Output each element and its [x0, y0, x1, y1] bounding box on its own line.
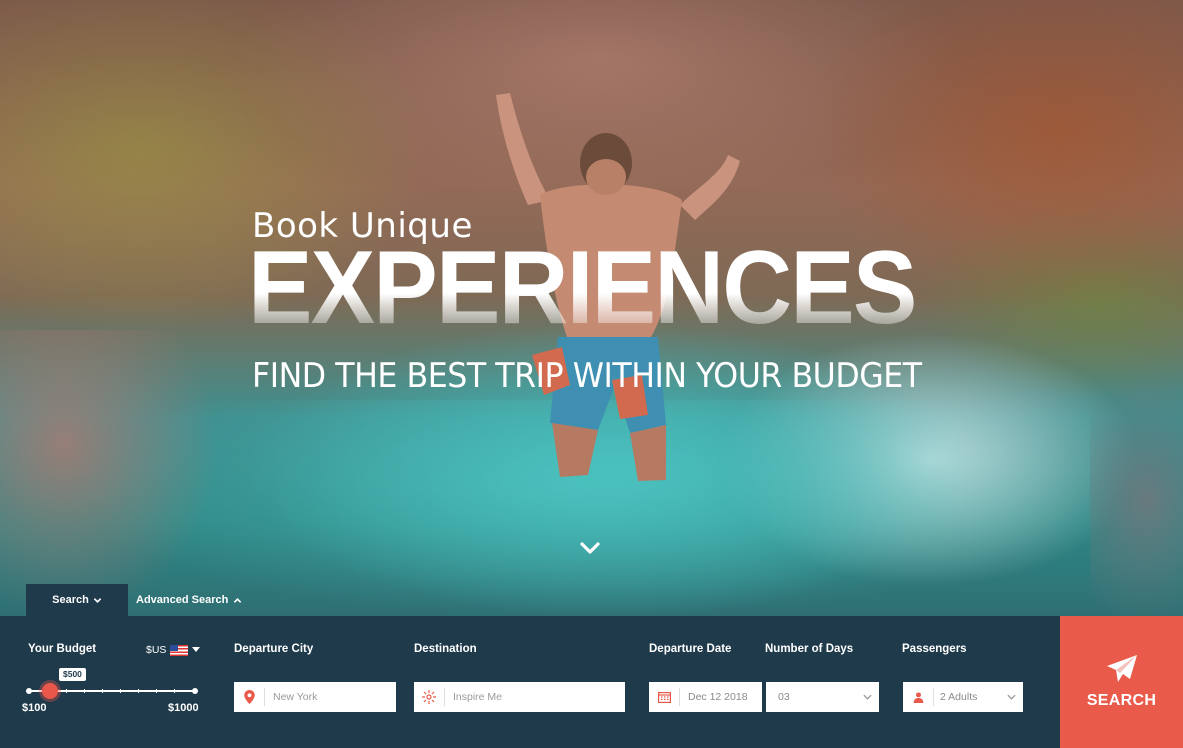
departure-date-field[interactable]: Dec 12 2018 [649, 682, 762, 712]
hero-headline: EXPERIENCES [248, 230, 917, 346]
person-icon [903, 691, 933, 703]
chevron-up-icon [234, 597, 242, 603]
budget-slider[interactable] [26, 683, 198, 699]
caret-down-icon [192, 647, 201, 652]
search-bar: Your Budget $US $500 $100 $1000 Departur… [0, 616, 1183, 748]
sparkle-icon [414, 690, 444, 704]
budget-value-tooltip: $500 [59, 668, 86, 681]
passengers-value: 2 Adults [940, 691, 978, 703]
number-of-days-select[interactable]: 03 [766, 682, 879, 712]
tab-search[interactable]: Search [26, 584, 128, 616]
currency-label: $US [146, 644, 167, 656]
budget-min-label: $100 [22, 702, 47, 714]
paper-plane-icon [1106, 655, 1137, 682]
tab-search-label: Search [52, 594, 89, 606]
map-pin-icon [234, 690, 264, 704]
budget-max-label: $1000 [168, 702, 199, 714]
tab-advanced-search[interactable]: Advanced Search [136, 584, 242, 616]
departure-city-input[interactable] [273, 691, 396, 703]
chevron-down-icon[interactable] [578, 536, 602, 560]
destination-field[interactable] [414, 682, 625, 712]
tab-advanced-label: Advanced Search [136, 594, 229, 606]
number-of-days-value: 03 [778, 691, 790, 703]
currency-select[interactable]: $US [146, 644, 201, 656]
budget-label: Your Budget [28, 643, 97, 655]
destination-input[interactable] [453, 691, 625, 703]
passengers-label: Passengers [902, 643, 967, 655]
hero-banner: Book Unique EXPERIENCES FIND THE BEST TR… [0, 0, 1183, 616]
departure-city-field[interactable] [234, 682, 396, 712]
budget-slider-thumb[interactable] [42, 683, 58, 699]
chevron-down-icon [93, 597, 102, 603]
departure-city-label: Departure City [234, 643, 314, 655]
chevron-down-icon [999, 694, 1023, 700]
search-button[interactable]: SEARCH [1060, 616, 1183, 748]
hero-tagline: FIND THE BEST TRIP WITHIN YOUR BUDGET [252, 356, 922, 396]
passengers-select[interactable]: 2 Adults [903, 682, 1023, 712]
departure-date-value: Dec 12 2018 [688, 691, 748, 703]
calendar-icon [649, 691, 679, 703]
destination-label: Destination [414, 643, 477, 655]
us-flag-icon [170, 644, 189, 656]
chevron-down-icon [855, 694, 879, 700]
departure-date-label: Departure Date [649, 643, 732, 655]
search-button-label: SEARCH [1086, 692, 1157, 709]
number-of-days-label: Number of Days [765, 643, 854, 655]
